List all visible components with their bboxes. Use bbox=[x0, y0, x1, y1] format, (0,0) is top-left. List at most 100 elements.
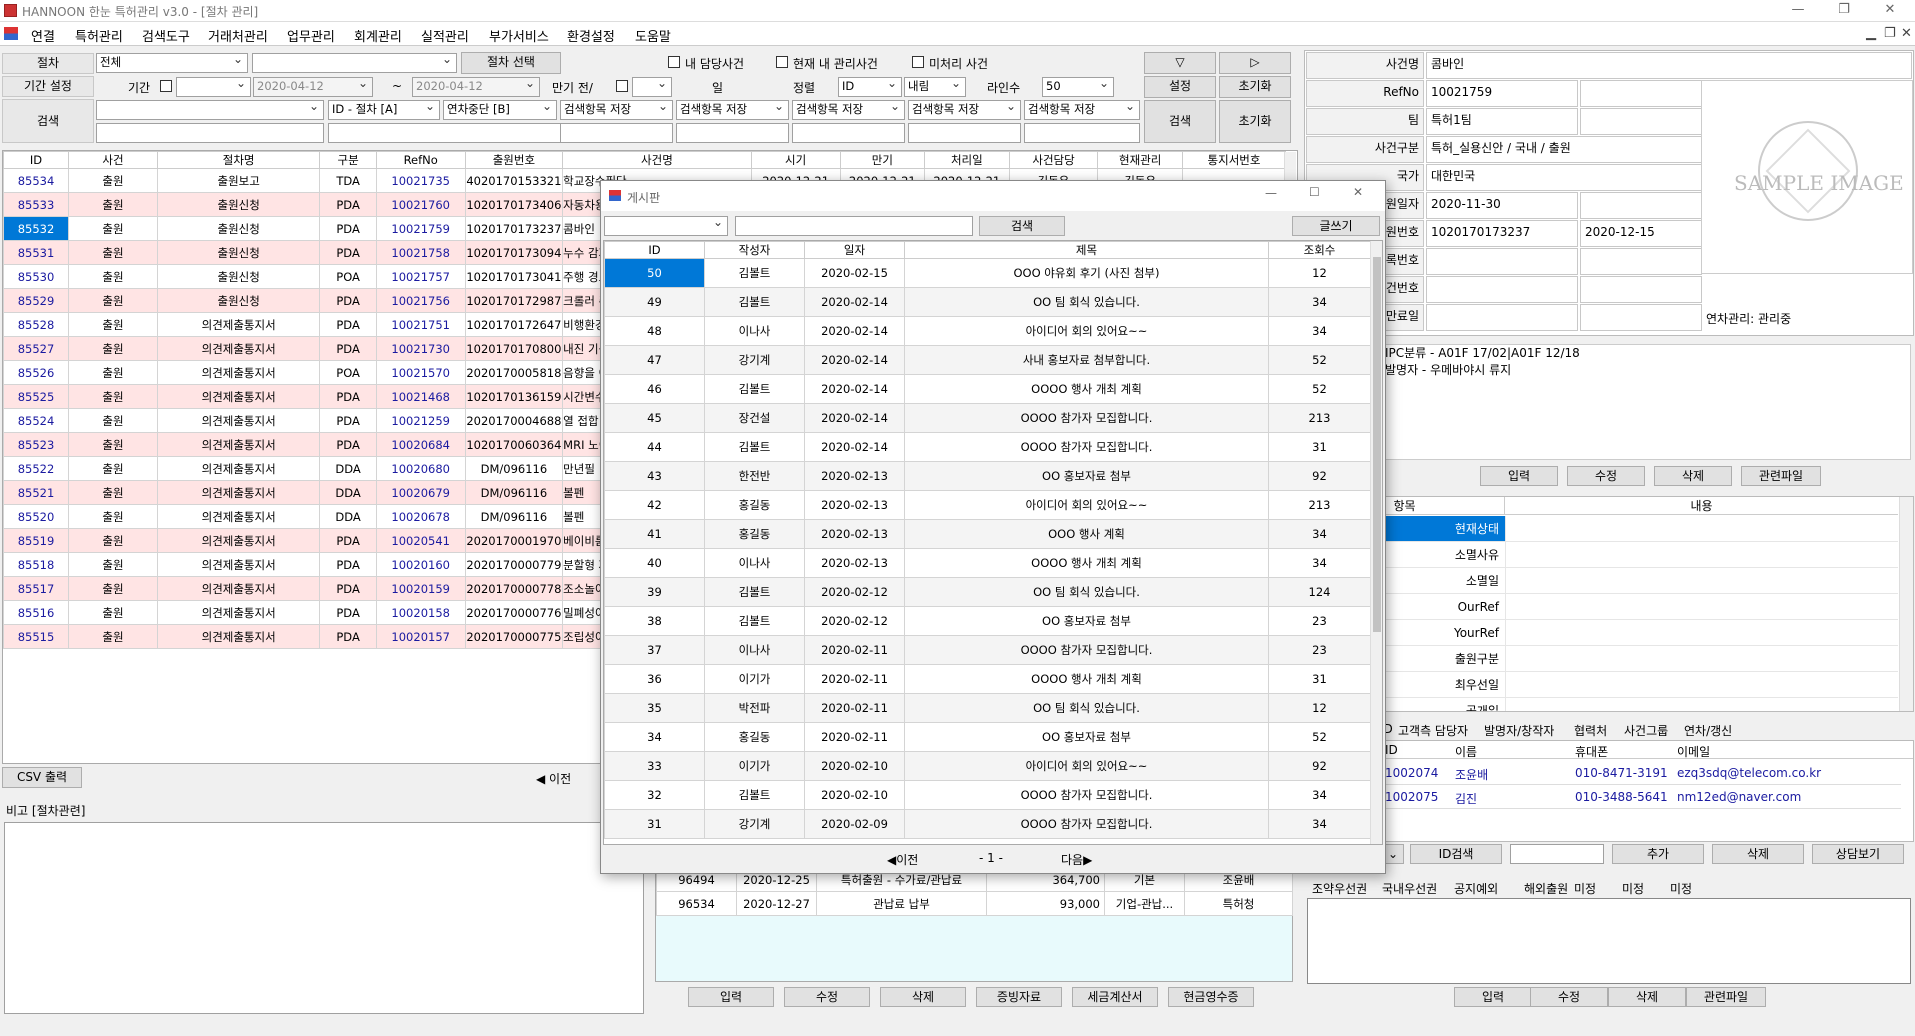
menu-search-tools[interactable]: 검색도구 bbox=[142, 26, 190, 45]
table-cell[interactable]: PDA bbox=[319, 432, 377, 457]
my-cases-checkbox[interactable] bbox=[668, 56, 680, 68]
table-cell[interactable]: 85516 bbox=[3, 600, 70, 625]
table-cell[interactable]: PDA bbox=[319, 552, 377, 577]
priority-edit-button[interactable]: 수정 bbox=[1530, 987, 1608, 1007]
table-cell[interactable]: 10020541 bbox=[375, 528, 466, 553]
table-cell[interactable]: 출원 bbox=[68, 600, 158, 625]
period-checkbox[interactable] bbox=[160, 80, 172, 92]
contact-delete-button[interactable]: 삭제 bbox=[1712, 844, 1804, 864]
board-cell[interactable]: 김볼트 bbox=[704, 606, 805, 636]
table-cell[interactable]: 의견제출통지서 bbox=[156, 336, 321, 361]
case-files-button[interactable]: 관련파일 bbox=[1741, 466, 1821, 486]
board-cell[interactable]: 2020-02-14 bbox=[804, 345, 905, 375]
board-close-icon[interactable]: ✕ bbox=[1353, 185, 1363, 199]
table-cell[interactable]: 출원 bbox=[68, 480, 158, 505]
board-cell[interactable]: 아이디어 회의 있어요~~ bbox=[904, 751, 1269, 781]
table-cell[interactable]: 85518 bbox=[3, 552, 70, 577]
table-cell[interactable]: 1020170173406 bbox=[464, 192, 564, 217]
fee-cell[interactable]: 2020-12-27 bbox=[736, 891, 817, 916]
table-cell[interactable]: PDA bbox=[319, 528, 377, 553]
table-cell[interactable]: PDA bbox=[319, 624, 377, 649]
table-cell[interactable]: 85517 bbox=[3, 576, 70, 601]
status-item-label[interactable]: 최우선일 bbox=[1383, 672, 1505, 698]
col-header[interactable]: 현재관리 bbox=[1097, 151, 1183, 169]
board-cell[interactable]: 39 bbox=[604, 577, 705, 607]
board-cell[interactable]: 강기계 bbox=[704, 809, 805, 839]
board-cell[interactable]: 12 bbox=[1268, 258, 1371, 288]
memo-textarea[interactable] bbox=[4, 822, 644, 1014]
search-field-e-select[interactable]: 검색항목 저장 bbox=[792, 100, 905, 120]
case-field-value[interactable] bbox=[1426, 304, 1578, 331]
board-search-input[interactable] bbox=[735, 216, 973, 236]
table-cell[interactable]: DDA bbox=[319, 456, 377, 481]
board-cell[interactable]: 36 bbox=[604, 664, 705, 694]
table-cell[interactable]: 1020170170800 bbox=[464, 336, 564, 361]
table-cell[interactable]: PDA bbox=[319, 384, 377, 409]
table-cell[interactable]: 출원 bbox=[68, 288, 158, 313]
fee-cell[interactable]: 관납료 납부 bbox=[816, 891, 987, 916]
board-cell[interactable]: 34 bbox=[1268, 809, 1371, 839]
board-cell[interactable]: 42 bbox=[604, 490, 705, 520]
table-cell[interactable]: PDA bbox=[319, 408, 377, 433]
search-input-d[interactable] bbox=[676, 123, 789, 143]
board-cell[interactable]: 2020-02-09 bbox=[804, 809, 905, 839]
csv-export-button[interactable]: CSV 출력 bbox=[2, 767, 82, 788]
restore-icon[interactable]: ❐ bbox=[1821, 0, 1867, 22]
board-cell[interactable]: 31 bbox=[1268, 664, 1371, 694]
board-cell[interactable]: 50 bbox=[604, 258, 705, 288]
table-cell[interactable]: 출원신청 bbox=[156, 240, 321, 265]
board-cell[interactable]: 23 bbox=[1268, 635, 1371, 665]
board-cell[interactable]: 34 bbox=[1268, 316, 1371, 346]
board-cell[interactable]: 12 bbox=[1268, 693, 1371, 723]
table-cell[interactable]: 의견제출통지서 bbox=[156, 480, 321, 505]
case-notes[interactable]: IPC분류 - A01F 17/02|A01F 12/18 발명자 - 우메바야… bbox=[1381, 344, 1911, 460]
table-cell[interactable]: 출원 bbox=[68, 240, 158, 265]
table-cell[interactable]: 10021758 bbox=[375, 240, 466, 265]
board-cell[interactable]: 46 bbox=[604, 374, 705, 404]
status-item-label[interactable]: YourRef bbox=[1383, 620, 1505, 646]
sort-field-select[interactable]: ID bbox=[838, 77, 902, 97]
case-input-button[interactable]: 입력 bbox=[1480, 466, 1558, 486]
search-input-f[interactable] bbox=[908, 123, 1021, 143]
table-cell[interactable]: 85521 bbox=[3, 480, 70, 505]
table-cell[interactable]: 2020170000778 bbox=[464, 576, 564, 601]
table-cell[interactable]: DM/096116 bbox=[464, 456, 564, 481]
board-cell[interactable]: 홍길동 bbox=[704, 722, 805, 752]
col-header[interactable]: 사건 bbox=[68, 151, 158, 169]
table-cell[interactable]: DDA bbox=[319, 480, 377, 505]
board-write-button[interactable]: 글쓰기 bbox=[1292, 216, 1380, 236]
search-input-main[interactable] bbox=[96, 123, 324, 143]
table-cell[interactable]: PDA bbox=[319, 216, 377, 241]
lines-select[interactable]: 50 bbox=[1042, 77, 1114, 97]
board-row[interactable]: 38 김볼트 2020-02-12 OO 홍보자료 첨부 23 bbox=[604, 606, 1371, 636]
board-row[interactable]: 40 이나사 2020-02-13 OOOO 행사 개최 계획 34 bbox=[604, 548, 1371, 578]
status-item-label[interactable]: 공개일 bbox=[1383, 698, 1505, 711]
board-cell[interactable]: 김볼트 bbox=[704, 577, 805, 607]
board-row[interactable]: 50 김볼트 2020-02-15 OOO 야유회 후기 (사진 첨부) 12 bbox=[604, 258, 1371, 288]
search-type-select[interactable] bbox=[96, 100, 324, 120]
table-cell[interactable]: 출원 bbox=[68, 504, 158, 529]
board-col-subject[interactable]: 제목 bbox=[904, 241, 1269, 259]
status-item-value[interactable] bbox=[1505, 698, 1898, 711]
case-field-value[interactable]: 특허_실용신안 / 국내 / 출원 bbox=[1426, 136, 1702, 163]
fee-input-button[interactable]: 입력 bbox=[688, 987, 774, 1007]
table-cell[interactable]: 의견제출통지서 bbox=[156, 576, 321, 601]
board-cell[interactable]: 52 bbox=[1268, 374, 1371, 404]
sort-direction-select[interactable]: 내림 bbox=[904, 77, 966, 97]
priority-tab[interactable]: 공지예외 bbox=[1454, 880, 1498, 897]
table-cell[interactable]: 10021730 bbox=[375, 336, 466, 361]
board-cell[interactable]: 2020-02-11 bbox=[804, 722, 905, 752]
table-cell[interactable]: 10020160 bbox=[375, 552, 466, 577]
menu-patent[interactable]: 특허관리 bbox=[75, 26, 123, 45]
board-row[interactable]: 34 홍길동 2020-02-11 OO 홍보자료 첨부 52 bbox=[604, 722, 1371, 752]
priority-files-button[interactable]: 관련파일 bbox=[1686, 987, 1766, 1007]
table-cell[interactable]: 의견제출통지서 bbox=[156, 312, 321, 337]
case-field-value[interactable] bbox=[1426, 248, 1578, 275]
board-row[interactable]: 46 김볼트 2020-02-14 OOOO 행사 개최 계획 52 bbox=[604, 374, 1371, 404]
fee-cell[interactable]: 93,000 bbox=[986, 891, 1105, 916]
board-cell[interactable]: OO 홍보자료 첨부 bbox=[904, 461, 1269, 491]
board-cell[interactable]: 2020-02-12 bbox=[804, 606, 905, 636]
board-cell[interactable]: 2020-02-13 bbox=[804, 519, 905, 549]
board-cell[interactable]: 38 bbox=[604, 606, 705, 636]
menu-work[interactable]: 업무관리 bbox=[287, 26, 335, 45]
